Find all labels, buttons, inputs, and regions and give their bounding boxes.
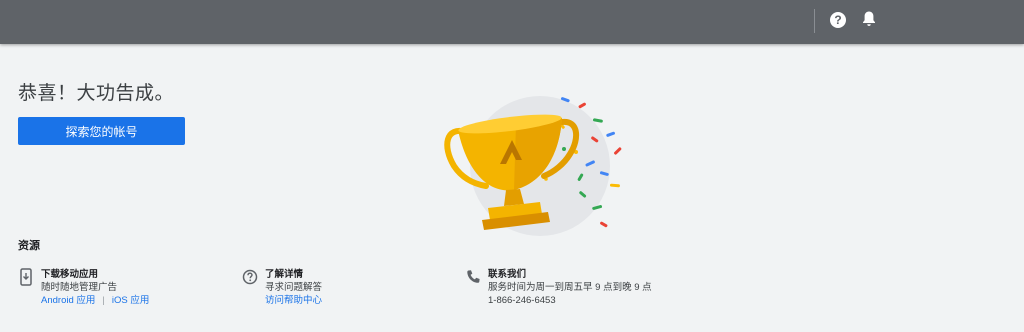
help-circle-icon [242,269,258,285]
top-app-bar: ? [0,0,1024,44]
resource-description: 服务时间为周一到周五早 9 点到晚 9 点 [488,282,652,293]
bell-icon[interactable] [861,10,877,28]
phone-number: 1-866-246-6453 [488,295,556,306]
page-title: 恭喜！大功告成。 [18,83,175,104]
phone-icon [467,270,480,283]
resource-title: 了解详情 [265,269,304,280]
resource-description: 寻求问题解答 [265,282,323,293]
resource-title: 联系我们 [488,269,527,280]
mobile-download-icon [20,268,32,286]
help-icon[interactable]: ? [830,12,846,28]
trophy-illustration [444,96,622,236]
toolbar-divider [814,9,815,33]
android-app-link[interactable]: Android 应用 [41,295,95,306]
help-center-link[interactable]: 访问帮助中心 [265,295,322,306]
ios-app-link[interactable]: iOS 应用 [112,295,149,306]
resource-title: 下载移动应用 [41,269,99,280]
resource-description: 随时随地管理广告 [41,282,118,293]
link-separator: | [102,295,105,306]
resources-heading: 资源 [18,240,40,252]
explore-account-button[interactable]: 探索您的帐号 [18,117,185,145]
